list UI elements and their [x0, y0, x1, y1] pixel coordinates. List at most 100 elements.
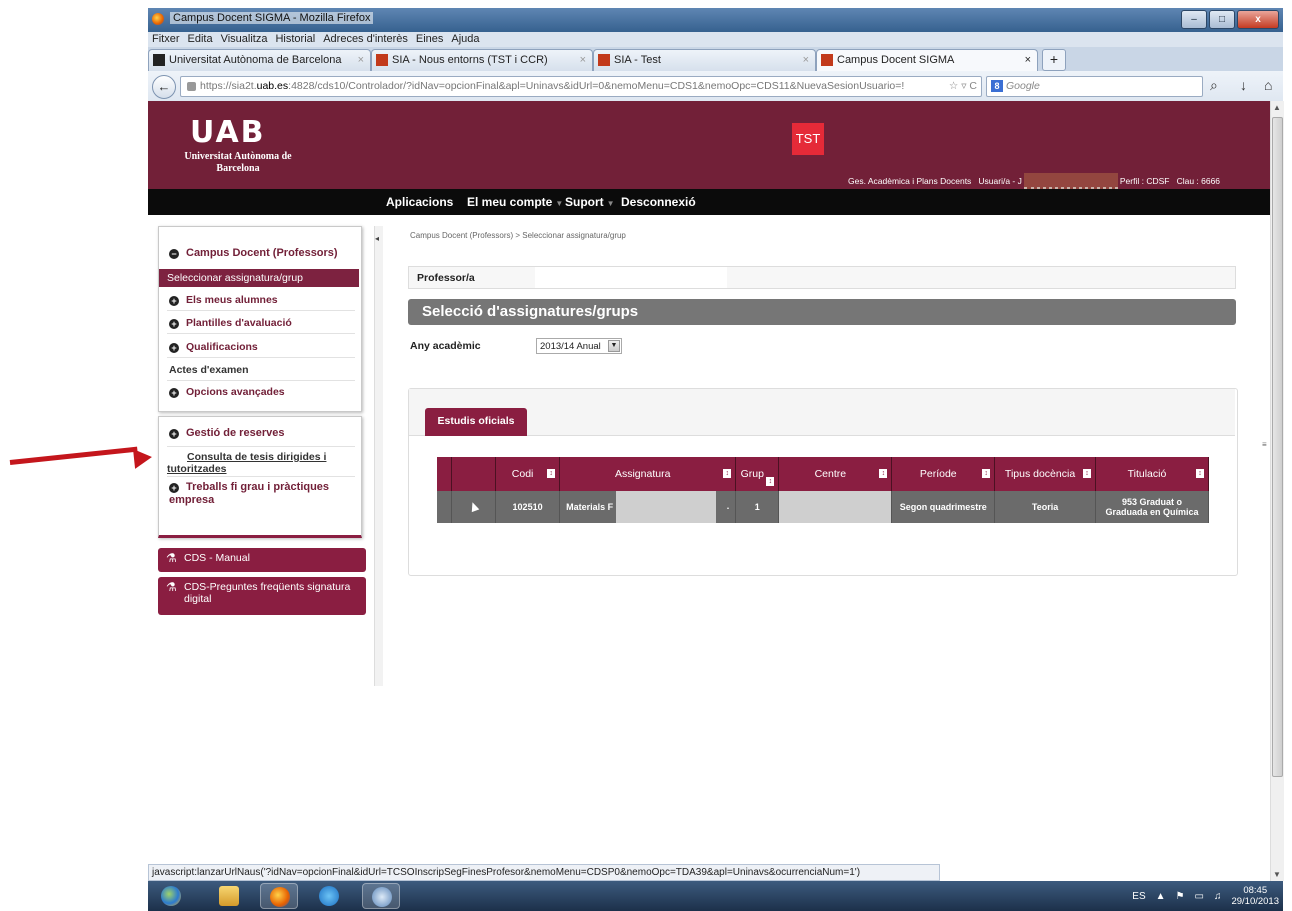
collapse-icon: −: [169, 249, 179, 259]
tab-close-icon[interactable]: ×: [358, 50, 364, 70]
sidebar-collapse-bar[interactable]: ◂: [374, 226, 383, 686]
pointer-icon[interactable]: [468, 500, 479, 512]
menu-desconnexio[interactable]: Desconnexió: [621, 195, 696, 209]
cds-preguntes-button[interactable]: ⚗ CDS-Preguntes freqüents signatura digit…: [158, 577, 366, 615]
menu-ajuda[interactable]: Ajuda: [451, 32, 479, 47]
scrollbar-thumb[interactable]: [1272, 117, 1283, 777]
sort-icon[interactable]: ↕: [766, 477, 775, 486]
sort-icon[interactable]: ↕: [723, 469, 732, 478]
menu-el-meu-compte[interactable]: El meu compte ▼: [467, 195, 563, 209]
sidebar-group-title[interactable]: − Campus Docent (Professors): [169, 247, 338, 259]
sidebar-item-treballs[interactable]: + Treballs fi grau i pràctiques empresa: [169, 481, 354, 507]
browser-tab-uab[interactable]: Universitat Autònoma de Barcelona ×: [148, 49, 371, 71]
download-icon[interactable]: ↓: [1240, 77, 1247, 93]
menu-visualitza[interactable]: Visualitza: [221, 32, 268, 47]
sidebar-item-seleccionar[interactable]: Seleccionar assignatura/grup: [159, 269, 359, 287]
browser-tab-sia-test[interactable]: SIA - Test ×: [593, 49, 816, 71]
tab-close-icon[interactable]: ×: [1025, 50, 1031, 70]
scroll-down-icon[interactable]: ▼: [1273, 870, 1281, 879]
menu-adreces[interactable]: Adreces d'interès: [323, 32, 408, 47]
volume-icon[interactable]: ♫: [1214, 891, 1222, 902]
sidebar-item-plantilles[interactable]: + Plantilles d'avaluació: [167, 314, 355, 334]
language-indicator[interactable]: ES: [1132, 891, 1145, 902]
chevron-down-icon: ▼: [606, 199, 615, 208]
sort-icon[interactable]: ↕: [982, 469, 991, 478]
tray-expand-icon[interactable]: ▲: [1156, 891, 1166, 902]
browser-tab-campus-docent[interactable]: Campus Docent SIGMA ×: [816, 49, 1038, 71]
sidebar-item-reserves[interactable]: + Gestió de reserves: [169, 427, 284, 439]
cell-select[interactable]: [451, 491, 497, 523]
search-input[interactable]: 8 Google: [986, 76, 1203, 97]
home-icon[interactable]: ⌂: [1264, 77, 1272, 93]
cell-titulacio: 953 Graduat o Graduada en Química: [1095, 491, 1210, 523]
close-window-button[interactable]: x: [1237, 10, 1279, 29]
clock[interactable]: 08:45 29/10/2013: [1231, 885, 1279, 907]
cds-manual-button[interactable]: ⚗ CDS - Manual: [158, 548, 366, 572]
sia-favicon-icon: [598, 54, 610, 66]
sort-icon[interactable]: ↕: [879, 469, 888, 478]
menu-bar: Fitxer Edita Visualitza Historial Adrece…: [148, 32, 1283, 47]
menu-suport[interactable]: Suport ▼: [565, 195, 615, 209]
sidebar-item-opcions[interactable]: + Opcions avançades: [167, 383, 355, 402]
url-controls[interactable]: ☆ ▿ C: [944, 77, 977, 96]
sort-icon[interactable]: ↕: [1082, 469, 1091, 478]
flag-icon[interactable]: ⚑: [1176, 891, 1185, 902]
scroll-up-icon[interactable]: ▲: [1273, 103, 1281, 112]
sidebar-item-qualificacions[interactable]: + Qualificacions: [167, 338, 355, 358]
back-button[interactable]: ←: [152, 75, 176, 99]
menu-historial[interactable]: Historial: [275, 32, 315, 47]
taskbar-firefox[interactable]: [260, 883, 298, 909]
menu-edita[interactable]: Edita: [188, 32, 213, 47]
link-consulta-tesis[interactable]: Consulta de tesis dirigides i tutoritzad…: [167, 451, 357, 475]
col-assignatura[interactable]: Assignatura ↕: [559, 457, 737, 491]
browser-tab-sia-nous[interactable]: SIA - Nous entorns (TST i CCR) ×: [371, 49, 593, 71]
uab-logo[interactable]: UAB: [190, 115, 266, 150]
col-titulacio[interactable]: Titulació ↕: [1095, 457, 1210, 491]
maximize-button[interactable]: □: [1209, 10, 1235, 29]
expand-icon: +: [169, 319, 179, 329]
menu-aplicacions[interactable]: Aplicacions: [386, 195, 453, 209]
system-tray: ES ▲ ⚑ ▭ ♫ 08:45 29/10/2013: [1132, 885, 1279, 907]
minimize-button[interactable]: –: [1181, 10, 1207, 29]
search-icon[interactable]: ⌕: [1210, 77, 1218, 94]
key-label: Clau : 6666: [1176, 175, 1221, 186]
sort-icon[interactable]: ↕: [547, 469, 556, 478]
table-row[interactable]: 102510 Materials F . 1 Segon quadrimestr…: [437, 491, 1210, 523]
new-tab-button[interactable]: +: [1042, 49, 1066, 71]
profile-label: Perfil : CDSF: [1119, 175, 1170, 186]
taskbar-explorer[interactable]: [210, 883, 248, 909]
tab-close-icon[interactable]: ×: [580, 50, 586, 70]
windows-start-icon: [161, 886, 181, 906]
clock-date: 29/10/2013: [1231, 896, 1279, 907]
col-grup[interactable]: Grup ↕: [735, 457, 780, 491]
redacted-user: [1023, 173, 1118, 190]
window-title: Campus Docent SIGMA - Mozilla Firefox: [170, 12, 374, 24]
taskbar-ie[interactable]: [310, 883, 348, 909]
start-button[interactable]: [152, 883, 190, 909]
sort-icon[interactable]: ↕: [1196, 469, 1204, 478]
url-path: :4828/cds10/Controlador/?idNav=opcionFin…: [288, 80, 905, 92]
url-bar[interactable]: https://sia2t.uab.es:4828/cds10/Controla…: [180, 76, 982, 97]
splitter-icon[interactable]: ≡: [1262, 440, 1267, 449]
taskbar-app[interactable]: [362, 883, 400, 909]
year-select[interactable]: 2013/14 Anual ▼: [536, 338, 622, 354]
col-periode[interactable]: Període ↕: [891, 457, 996, 491]
chevron-down-icon[interactable]: ▼: [608, 340, 620, 352]
search-engine-icon[interactable]: 8: [991, 80, 1003, 92]
collapse-arrow-icon[interactable]: ◂: [375, 234, 379, 243]
cell-assignatura: Materials F .: [559, 491, 737, 523]
network-icon[interactable]: ▭: [1195, 891, 1204, 902]
col-centre[interactable]: Centre ↕: [778, 457, 893, 491]
sidebar-item-alumnes[interactable]: + Els meus alumnes: [167, 291, 355, 311]
menu-fitxer[interactable]: Fitxer: [152, 32, 180, 47]
folder-icon: [219, 886, 239, 906]
col-codi[interactable]: Codi ↕: [495, 457, 561, 491]
windows-taskbar: ES ▲ ⚑ ▭ ♫ 08:45 29/10/2013: [148, 881, 1283, 911]
vertical-scrollbar[interactable]: ▲ ▼: [1270, 101, 1284, 881]
tab-estudis-oficials[interactable]: Estudis oficials: [425, 408, 527, 436]
sidebar-item-actes[interactable]: Actes d'examen: [167, 361, 355, 381]
menu-eines[interactable]: Eines: [416, 32, 444, 47]
col-tipus[interactable]: Tipus docència ↕: [994, 457, 1096, 491]
area-label: Ges. Acadèmica i Plans Docents: [848, 175, 972, 186]
tab-close-icon[interactable]: ×: [803, 50, 809, 70]
